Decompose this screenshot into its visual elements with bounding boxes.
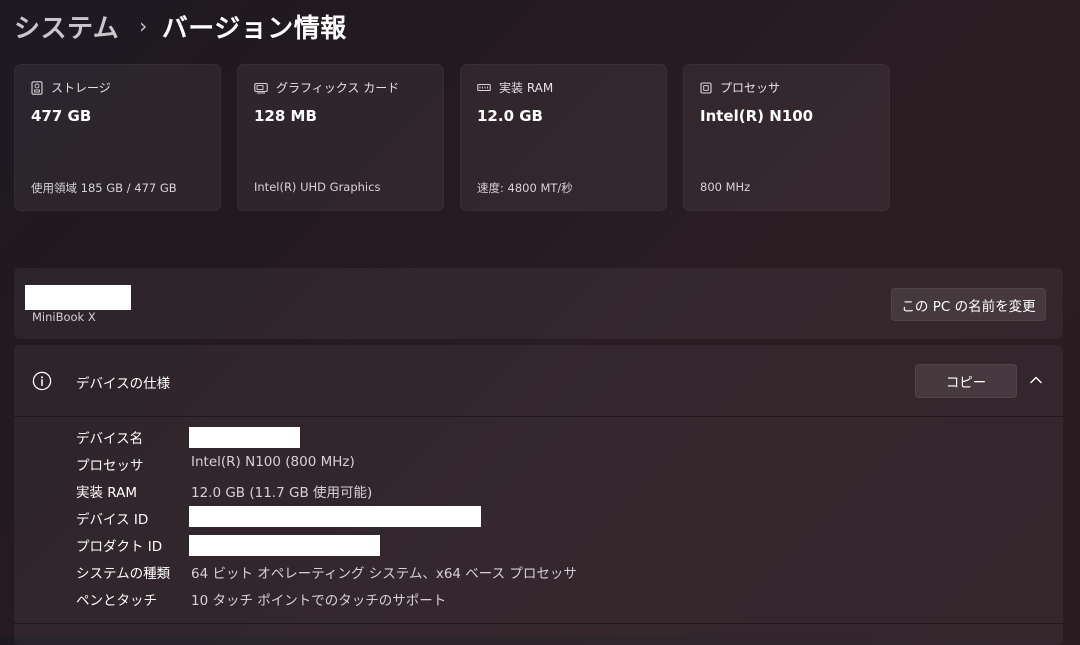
breadcrumb: システム › バージョン情報 (14, 8, 347, 44)
graphics-label: グラフィックス カード (276, 81, 400, 95)
device-name-value-redaction (189, 427, 300, 448)
rename-pc-button[interactable]: この PC の名前を変更 (891, 288, 1046, 321)
storage-detail: 使用領域 185 GB / 477 GB (31, 181, 177, 195)
info-icon (32, 371, 52, 391)
storage-value: 477 GB (31, 107, 92, 125)
spec-value[interactable]: Intel(R) N100 (800 MHz) (191, 454, 355, 470)
ram-detail: 速度: 4800 MT/秒 (477, 181, 573, 195)
processor-card-header: プロセッサ (700, 79, 780, 96)
device-model-label: MiniBook X (32, 310, 96, 324)
storage-label: ストレージ (51, 81, 111, 95)
spec-key: デバイス名 (76, 431, 144, 447)
graphics-value: 128 MB (254, 107, 317, 125)
spec-key: ペンとタッチ (76, 593, 157, 609)
spec-key: 実装 RAM (76, 485, 138, 501)
processor-icon (700, 81, 712, 94)
device-id-redaction (189, 506, 481, 527)
spec-key: デバイス ID (76, 512, 149, 528)
device-specs-section: デバイスの仕様 コピー デバイス名 プロセッサ Intel(R) N100 (8… (14, 345, 1063, 645)
graphics-detail: Intel(R) UHD Graphics (254, 180, 381, 194)
device-specs-header[interactable]: デバイスの仕様 コピー (14, 345, 1063, 417)
breadcrumb-separator-icon: › (139, 14, 148, 38)
spec-key: プロダクト ID (76, 539, 163, 555)
storage-card-header: ストレージ (31, 79, 111, 96)
product-id-redaction (189, 535, 380, 556)
ram-card[interactable]: 実装 RAM 12.0 GB 速度: 4800 MT/秒 (460, 64, 667, 211)
graphics-card[interactable]: グラフィックス カード 128 MB Intel(R) UHD Graphics (237, 64, 444, 211)
ram-icon (477, 83, 491, 91)
graphics-card-header: グラフィックス カード (254, 79, 399, 96)
storage-icon (31, 80, 43, 95)
processor-detail: 800 MHz (700, 180, 751, 194)
copy-button[interactable]: コピー (915, 364, 1017, 398)
device-specs-title: デバイスの仕様 (76, 376, 171, 392)
ram-value: 12.0 GB (477, 107, 543, 125)
spec-value[interactable]: 10 タッチ ポイントでのタッチのサポート (191, 589, 446, 609)
ram-label: 実装 RAM (499, 81, 554, 95)
spec-key: システムの種類 (76, 566, 171, 582)
device-name-panel: MiniBook X この PC の名前を変更 (14, 268, 1063, 339)
spec-value[interactable]: 12.0 GB (11.7 GB 使用可能) (191, 481, 372, 501)
processor-label: プロセッサ (720, 81, 781, 95)
processor-card[interactable]: プロセッサ Intel(R) N100 800 MHz (683, 64, 890, 211)
device-name-redaction (25, 285, 131, 310)
breadcrumb-system-link[interactable]: システム (14, 8, 119, 45)
spec-key: プロセッサ (76, 458, 144, 474)
section-divider (14, 623, 1063, 624)
ram-card-header: 実装 RAM (477, 79, 553, 96)
chevron-up-icon[interactable] (1028, 372, 1044, 388)
processor-value: Intel(R) N100 (700, 107, 814, 125)
spec-value[interactable]: 64 ビット オペレーティング システム、x64 ベース プロセッサ (191, 562, 577, 582)
page-title: バージョン情報 (161, 13, 347, 44)
storage-card[interactable]: ストレージ 477 GB 使用領域 185 GB / 477 GB (14, 64, 221, 211)
graphics-card-icon (254, 82, 268, 93)
